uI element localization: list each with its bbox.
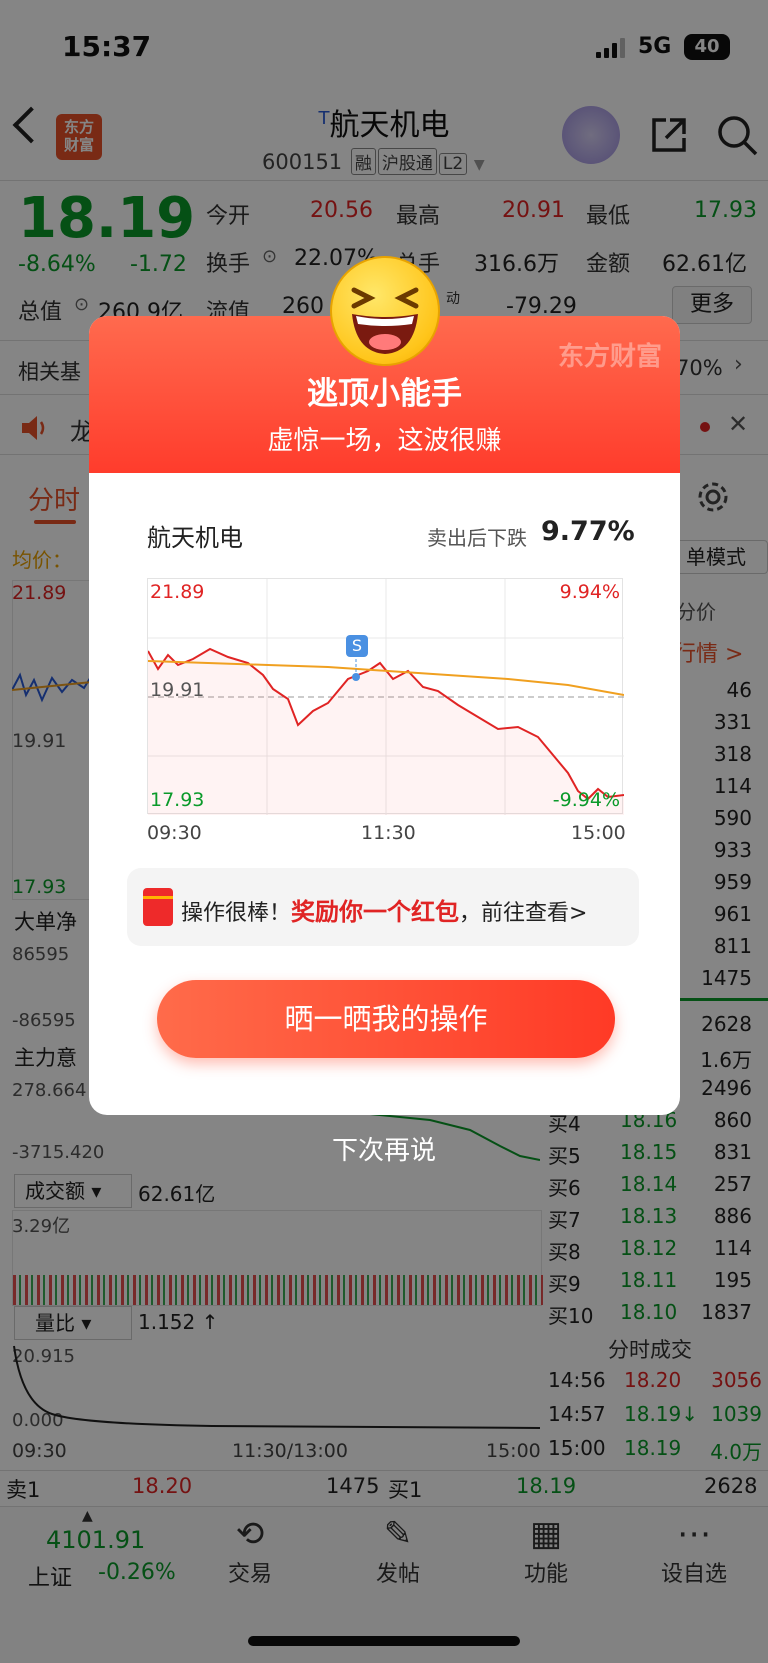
sell-drop-value: 9.77%	[541, 516, 635, 547]
mini-x-end: 15:00	[571, 822, 626, 844]
mini-mid: 19.91	[150, 679, 205, 701]
modal-price-chart: S 21.89 9.94% 19.91 17.93 -9.94%	[147, 578, 624, 815]
mini-low-pct: -9.94%	[552, 789, 620, 811]
mini-high: 21.89	[150, 581, 205, 603]
modal-subtitle: 虚惊一场，这波很赚	[267, 426, 502, 456]
modal-chart-svg	[148, 579, 624, 815]
mini-low: 17.93	[150, 789, 205, 811]
stock-detail-page: 15:37 5G 40 东方 财富 T航天机电 600151 融沪股通 L2 ▼ 1…	[0, 0, 768, 1663]
modal-title: 逃顶小能手	[307, 376, 462, 412]
mini-high-pct: 9.94%	[559, 581, 620, 603]
share-operation-button[interactable]: 晒一晒我的操作	[157, 980, 615, 1058]
modal-stock-name: 航天机电	[147, 524, 243, 552]
mini-x-mid: 11:30	[361, 822, 416, 844]
share-modal: 东方财富 逃顶小能手 虚惊一场，这波很赚 航天机电 卖出后下跌 9.77% S	[89, 316, 680, 1115]
reward-text[interactable]: 操作很棒！奖励你一个红包，前往查看>	[181, 892, 587, 927]
sell-drop-label: 卖出后下跌	[427, 526, 527, 550]
laughing-emoji-icon	[330, 256, 440, 366]
reward-banner[interactable]: 操作很棒！奖励你一个红包，前往查看>	[127, 868, 639, 946]
mini-x-start: 09:30	[147, 822, 202, 844]
sell-marker: S	[346, 635, 368, 657]
red-envelope-icon	[143, 888, 173, 926]
dismiss-link[interactable]: 下次再说	[0, 1130, 768, 1167]
